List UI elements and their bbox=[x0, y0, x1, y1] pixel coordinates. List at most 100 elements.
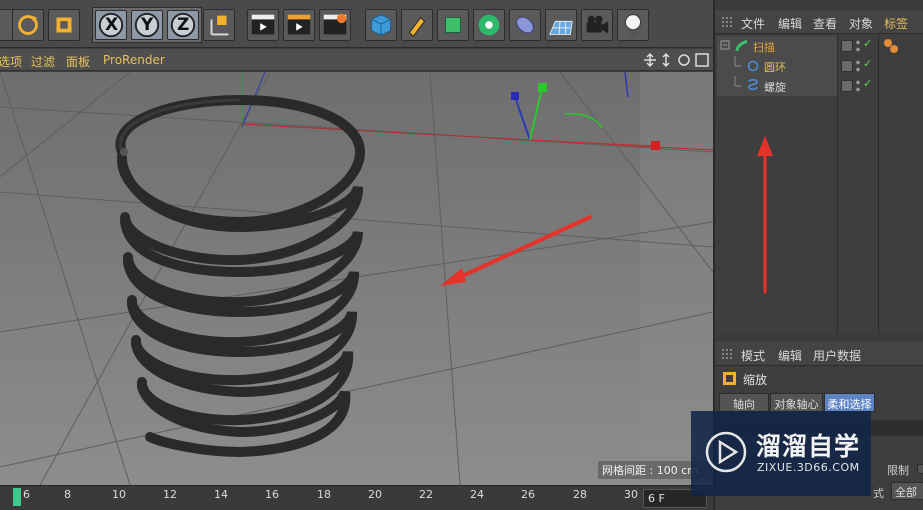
object-row-helix[interactable]: 螺旋 bbox=[717, 76, 837, 96]
subdivision-button[interactable] bbox=[437, 9, 469, 41]
light-button[interactable] bbox=[617, 9, 649, 41]
timeline-tick: 22 bbox=[419, 488, 433, 501]
object-row-flags[interactable]: ✓ bbox=[839, 76, 879, 96]
object-name[interactable]: 螺旋 bbox=[764, 79, 786, 95]
subdivision-icon bbox=[445, 17, 461, 33]
menu-prorender[interactable]: ProRender bbox=[103, 53, 165, 67]
object-row-circle[interactable]: 圆环 bbox=[717, 56, 837, 76]
x-axis-button[interactable]: X bbox=[95, 10, 127, 40]
coordinate-system-icon bbox=[210, 15, 229, 36]
menu-edit[interactable]: 编辑 bbox=[778, 15, 802, 32]
timeline-tick: 14 bbox=[214, 488, 228, 501]
menu-user-data[interactable]: 用户数据 bbox=[813, 347, 861, 364]
menu-object[interactable]: 对象 bbox=[849, 15, 873, 32]
clapper-play-icon bbox=[287, 14, 311, 35]
column-divider bbox=[837, 34, 838, 334]
layer-checkbox[interactable] bbox=[841, 60, 853, 72]
grip-icon[interactable] bbox=[721, 16, 733, 28]
z-axis-button[interactable]: Z bbox=[167, 10, 199, 40]
tab-axis[interactable]: 轴向 bbox=[719, 393, 769, 412]
mode-label: 式 bbox=[873, 487, 884, 500]
rotate-tool-button[interactable] bbox=[12, 9, 44, 41]
main-toolbar: X Y Z bbox=[0, 0, 713, 48]
rotate-icon bbox=[18, 15, 38, 35]
watermark-logo bbox=[705, 431, 747, 473]
object-name[interactable]: 扫描 bbox=[753, 39, 775, 55]
timeline-tick: 20 bbox=[368, 488, 382, 501]
timeline-tick: 30 bbox=[624, 488, 638, 501]
floor-button[interactable] bbox=[545, 9, 577, 41]
pen-icon bbox=[408, 16, 426, 37]
tab-object-axis[interactable]: 对象轴心 bbox=[770, 393, 823, 412]
sweep-icon bbox=[735, 39, 748, 52]
grip-icon[interactable] bbox=[721, 348, 733, 360]
cube-object-button[interactable] bbox=[365, 9, 397, 41]
timeline-tick: 16 bbox=[265, 488, 279, 501]
menu-panel[interactable]: 面板 bbox=[66, 53, 90, 70]
render-settings-button[interactable] bbox=[319, 9, 351, 41]
enabled-check-icon[interactable]: ✓ bbox=[863, 57, 872, 70]
menu-file[interactable]: 文件 bbox=[741, 15, 765, 32]
viewport-scene bbox=[0, 72, 713, 485]
scale-tool-button[interactable] bbox=[48, 9, 80, 41]
cube-icon bbox=[371, 14, 391, 36]
object-row-sweep[interactable]: 扫描 bbox=[717, 36, 837, 56]
timeline-tick: 18 bbox=[317, 488, 331, 501]
attribute-manager-menu: 模式 编辑 用户数据 bbox=[715, 342, 923, 366]
visibility-dots-icon[interactable] bbox=[856, 79, 860, 93]
object-row-flags[interactable]: ✓ bbox=[839, 56, 879, 76]
circle-spline-icon bbox=[747, 60, 759, 72]
object-tree: 扫描 ✓ 圆环 ✓ 螺旋 ✓ bbox=[715, 34, 923, 334]
3d-viewport[interactable]: 网格间距 : 100 cm bbox=[0, 72, 713, 485]
menu-options[interactable]: 选项 bbox=[0, 53, 22, 70]
timeline-tick: 24 bbox=[470, 488, 484, 501]
render-to-picture-viewer-button[interactable] bbox=[283, 9, 315, 41]
collapse-icon[interactable] bbox=[720, 40, 732, 52]
layer-checkbox[interactable] bbox=[841, 40, 853, 52]
mode-dropdown[interactable]: 全部 bbox=[891, 482, 923, 500]
watermark-url: ZIXUE.3D66.COM bbox=[757, 461, 860, 474]
x-axis-label: X bbox=[105, 15, 119, 35]
enabled-check-icon[interactable]: ✓ bbox=[863, 77, 872, 90]
object-name[interactable]: 圆环 bbox=[764, 59, 786, 75]
annotation-arrow-up bbox=[757, 136, 773, 294]
cloner-button[interactable] bbox=[473, 9, 505, 41]
menu-view[interactable]: 查看 bbox=[813, 15, 837, 32]
y-axis-label: Y bbox=[141, 15, 154, 35]
material-tag-icon[interactable] bbox=[883, 38, 899, 54]
deformer-icon bbox=[516, 16, 534, 34]
menu-edit[interactable]: 编辑 bbox=[778, 347, 802, 364]
clapper-icon bbox=[251, 14, 275, 35]
camera-button[interactable] bbox=[581, 9, 613, 41]
timeline-tick: 26 bbox=[521, 488, 535, 501]
limit-label: 限制 bbox=[887, 464, 909, 477]
enabled-check-icon[interactable]: ✓ bbox=[863, 37, 872, 50]
current-frame-marker[interactable] bbox=[13, 488, 21, 506]
viewport-navigation-icons[interactable] bbox=[644, 51, 712, 69]
limit-checkbox[interactable] bbox=[917, 464, 923, 474]
menu-filter[interactable]: 过滤 bbox=[31, 53, 55, 70]
timeline-tick: 28 bbox=[573, 488, 587, 501]
visibility-dots-icon[interactable] bbox=[856, 39, 860, 53]
floor-icon bbox=[549, 20, 573, 35]
render-settings-icon bbox=[323, 13, 347, 35]
menu-mode[interactable]: 模式 bbox=[741, 347, 765, 364]
tree-branch-icon bbox=[734, 76, 741, 87]
tab-soft-selection[interactable]: 柔和选择 bbox=[824, 393, 875, 412]
render-view-button[interactable] bbox=[247, 9, 279, 41]
layer-checkbox[interactable] bbox=[841, 80, 853, 92]
y-axis-button[interactable]: Y bbox=[131, 10, 163, 40]
object-row-flags[interactable]: ✓ bbox=[839, 36, 879, 56]
deformer-button[interactable] bbox=[509, 9, 541, 41]
timeline-ruler[interactable]: 6 8 10 12 14 16 18 20 22 24 26 28 30 6 F bbox=[0, 485, 713, 510]
tool-name: 缩放 bbox=[743, 373, 768, 387]
pen-tool-button[interactable] bbox=[401, 9, 433, 41]
visibility-dots-icon[interactable] bbox=[856, 59, 860, 73]
tree-branch-icon bbox=[734, 56, 741, 67]
timeline-tick: 6 bbox=[23, 488, 30, 501]
object-manager-menu: 文件 编辑 查看 对象 标签 bbox=[715, 10, 923, 34]
menu-tags[interactable]: 标签 bbox=[884, 15, 908, 32]
coordinate-system-button[interactable] bbox=[203, 9, 235, 41]
z-axis-label: Z bbox=[177, 15, 190, 35]
timeline-tick: 8 bbox=[64, 488, 71, 501]
